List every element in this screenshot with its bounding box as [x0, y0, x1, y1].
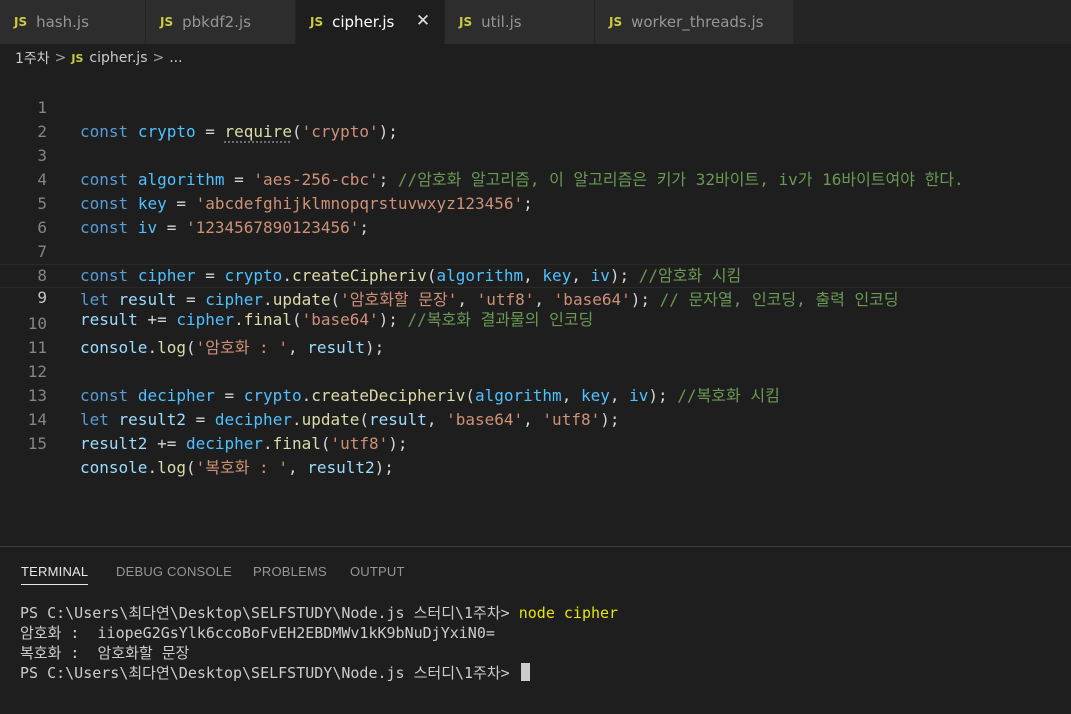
tab-label: hash.js [36, 13, 89, 31]
breadcrumb: 1주차 > JS cipher.js > ... [0, 44, 1071, 72]
chevron-right-icon: > [152, 50, 165, 66]
code-line[interactable]: 2 [0, 96, 1071, 141]
javascript-file-icon: JS [459, 15, 473, 29]
code-line[interactable]: 15 console.log('복호화 : ', result2); [0, 408, 1071, 477]
terminal-command-line[interactable]: PS C:\Users\최다연\Desktop\SELFSTUDY\Node.j… [20, 603, 1060, 623]
tab-output[interactable]: OUTPUT [350, 564, 405, 579]
code-line[interactable]: 3 const algorithm = 'aes-256-cbc'; //암호화… [0, 120, 1071, 189]
javascript-file-icon: JS [609, 15, 623, 29]
terminal-input-line[interactable]: PS C:\Users\최다연\Desktop\SELFSTUDY\Node.j… [20, 663, 1060, 683]
tab-problems[interactable]: PROBLEMS [253, 564, 327, 579]
code-text[interactable]: console.log('복호화 : ', result2); [80, 456, 394, 480]
breadcrumb-file[interactable]: cipher.js [89, 50, 147, 66]
terminal-output-line: 복호화 : 암호화할 문장 [20, 644, 190, 662]
tab-util-js[interactable]: JS util.js [445, 0, 595, 44]
terminal-prompt: PS C:\Users\최다연\Desktop\SELFSTUDY\Node.j… [20, 664, 510, 682]
code-line[interactable]: 14 result2 += decipher.final('utf8'); [0, 384, 1071, 453]
chevron-right-icon: > [54, 50, 67, 66]
code-line[interactable]: 11 [0, 312, 1071, 357]
tab-label: pbkdf2.js [182, 13, 251, 31]
tab-label: worker_threads.js [631, 13, 764, 31]
code-editor[interactable]: 1 const crypto = require('crypto'); 2 3 … [0, 72, 1071, 544]
code-line[interactable]: 12 const decipher = crypto.createDeciphe… [0, 336, 1071, 405]
breadcrumb-folder[interactable]: 1주차 [15, 48, 50, 68]
code-line[interactable]: 10 console.log('암호화 : ', result); [0, 288, 1071, 357]
terminal-command: node cipher [518, 604, 619, 622]
code-line[interactable]: 13 let result2 = decipher.update(result,… [0, 360, 1071, 429]
code-line[interactable]: 7 const cipher = crypto.createCipheriv(a… [0, 216, 1071, 285]
javascript-file-icon: JS [14, 15, 28, 29]
tab-terminal[interactable]: TERMINAL [21, 564, 89, 585]
code-line[interactable]: 1 const crypto = require('crypto'); [0, 72, 1071, 141]
tab-label: cipher.js [332, 13, 395, 31]
terminal-output-line: 암호화 : iiopeG2GsYlk6ccoBoFvEH2EBDMWv1kK9b… [20, 624, 495, 642]
editor-tab-bar: JS hash.js JS pbkdf2.js JS cipher.js ✕ J… [0, 0, 1071, 44]
code-line[interactable]: 6 [0, 192, 1071, 237]
terminal-cursor [520, 663, 530, 681]
bottom-panel: TERMINAL DEBUG CONSOLE PROBLEMS OUTPUT P… [0, 546, 1071, 714]
javascript-file-icon: JS [160, 15, 174, 29]
tab-label: util.js [481, 13, 522, 31]
terminal-prompt: PS C:\Users\최다연\Desktop\SELFSTUDY\Node.j… [20, 604, 519, 622]
javascript-file-icon: JS [310, 15, 324, 29]
line-number: 15 [27, 434, 47, 453]
code-line-current[interactable]: 9 result += cipher.final('base64'); //복호… [0, 264, 1071, 329]
close-icon[interactable]: ✕ [412, 10, 434, 32]
tab-pbkdf2-js[interactable]: JS pbkdf2.js [146, 0, 296, 44]
tab-cipher-js[interactable]: JS cipher.js ✕ [296, 0, 445, 44]
tab-hash-js[interactable]: JS hash.js [0, 0, 146, 44]
code-line[interactable]: 8 let result = cipher.update('암호화할 문장', … [0, 240, 1071, 309]
code-line[interactable]: 4 const key = 'abcdefghijklmnopqrstuvwxy… [0, 144, 1071, 213]
code-text[interactable]: result2 += decipher.final('utf8'); [80, 432, 408, 456]
tab-debug-console[interactable]: DEBUG CONSOLE [116, 564, 232, 579]
code-line[interactable]: 5 const iv = '1234567890123456'; [0, 168, 1071, 237]
tab-worker-threads-js[interactable]: JS worker_threads.js [595, 0, 794, 44]
breadcrumb-symbols[interactable]: ... [169, 50, 182, 66]
javascript-file-icon: JS [71, 51, 84, 65]
